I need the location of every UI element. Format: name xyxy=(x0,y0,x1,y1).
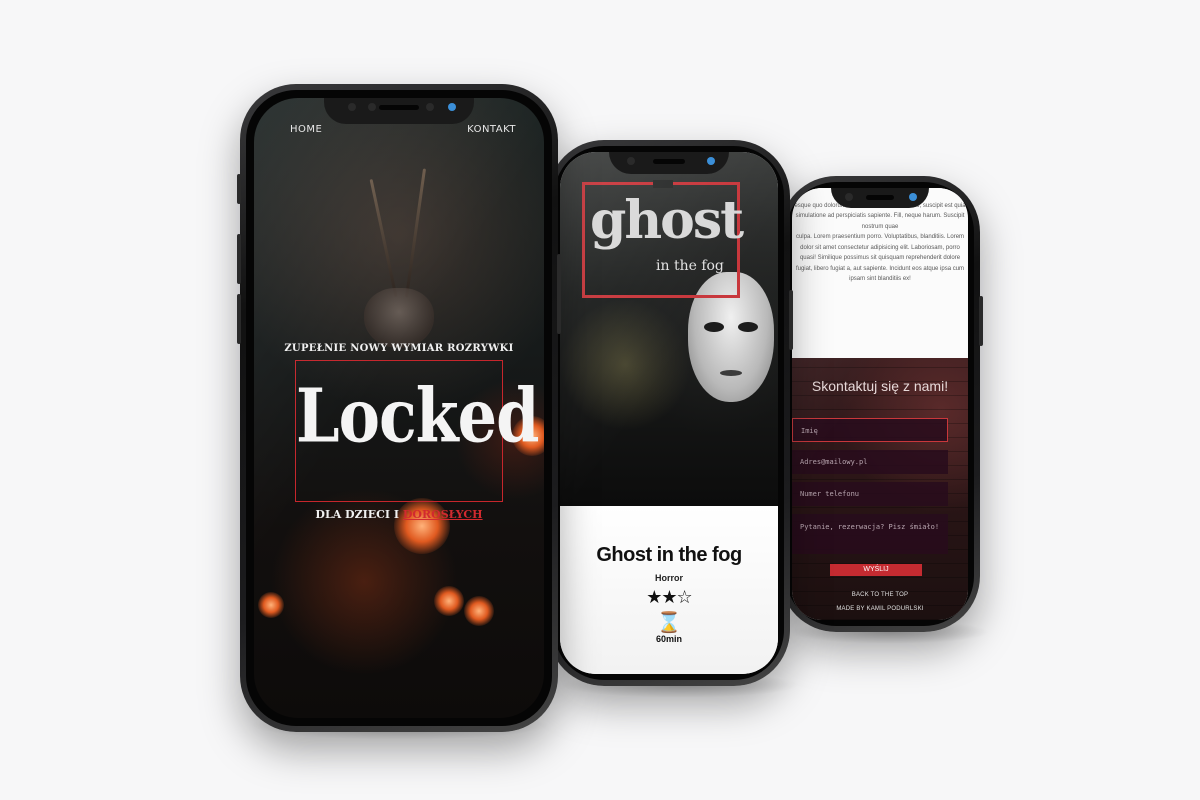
notch xyxy=(324,98,474,124)
side-button xyxy=(237,234,241,284)
front-camera xyxy=(368,103,376,111)
email-field[interactable]: Adres@mailowy.pl xyxy=(792,450,948,474)
candle-light xyxy=(434,586,464,616)
side-button xyxy=(979,296,983,346)
made-by-credit: MADE BY KAMIL PODURLSKI xyxy=(836,606,924,612)
logo-frame: Locked xyxy=(295,360,539,502)
antler-image xyxy=(369,178,398,298)
notch xyxy=(831,188,929,208)
mask-eye xyxy=(738,322,758,332)
front-camera xyxy=(348,103,356,111)
room-name: Ghost in the fog xyxy=(596,544,742,566)
hero-subtitle-prefix: DLA DZIECI I xyxy=(315,508,403,521)
front-camera xyxy=(909,193,917,201)
hero-subtitle-highlight: DOROSŁYCH xyxy=(402,508,483,521)
front-camera xyxy=(426,103,434,111)
room-screen: ghost in the fog Ghost in the fog Horror… xyxy=(560,152,778,674)
front-camera xyxy=(627,157,635,165)
phone-mockup-home: HOME KONTAKT ZUPEŁNIE NOWY WYMIAR ROZRYW… xyxy=(237,84,561,732)
speaker xyxy=(866,195,894,200)
nav-home[interactable]: HOME xyxy=(290,124,322,135)
side-button xyxy=(237,174,241,204)
mask-mouth xyxy=(720,370,742,376)
candle-light xyxy=(258,592,284,618)
speaker xyxy=(379,105,419,110)
front-camera xyxy=(448,103,456,111)
side-button xyxy=(789,290,793,350)
contact-section: Skontaktuj się z nami! Imię Adres@mailow… xyxy=(792,358,968,620)
skull-image xyxy=(364,288,434,348)
side-button xyxy=(237,294,241,344)
poster-subtitle: in the fog xyxy=(656,258,724,274)
brand-logo: Locked xyxy=(296,371,539,460)
antler-image xyxy=(404,168,427,298)
phone-field[interactable]: Numer telefonu xyxy=(792,482,948,506)
difficulty-stars: ★★☆ xyxy=(646,587,692,608)
lorem-text: Culpa nihil esque quo dolorum nostrum cu… xyxy=(794,188,966,358)
hero-subtitle: DLA DZIECI I DOROSŁYCH xyxy=(254,508,544,521)
send-button[interactable]: WYŚLIJ xyxy=(830,564,922,576)
side-button xyxy=(557,254,561,334)
front-camera xyxy=(845,193,853,201)
room-card: Ghost in the fog Horror ★★☆ ⌛ 60min xyxy=(560,506,778,674)
candle-light xyxy=(464,596,494,626)
phone-mockup-room: ghost in the fog Ghost in the fog Horror… xyxy=(548,140,793,686)
room-duration: 60min xyxy=(655,634,682,644)
hourglass-icon: ⌛ xyxy=(656,610,682,634)
nav-contact[interactable]: KONTAKT xyxy=(467,124,516,135)
speaker xyxy=(653,159,685,164)
top-nav: HOME KONTAKT xyxy=(254,124,544,142)
room-genre: Horror xyxy=(654,573,683,583)
contact-screen: Culpa nihil esque quo dolorum nostrum cu… xyxy=(792,188,968,620)
mask-eye xyxy=(704,322,724,332)
message-field[interactable]: Pytanie, rezerwacja? Pisz śmiało! xyxy=(792,514,948,554)
poster-title: ghost xyxy=(590,190,744,251)
hero-tagline: ZUPEŁNIE NOWY WYMIAR ROZRYWKI xyxy=(284,343,514,354)
name-field[interactable]: Imię xyxy=(792,418,948,442)
phone-mockup-contact: Culpa nihil esque quo dolorum nostrum cu… xyxy=(780,176,983,632)
back-to-top-link[interactable]: BACK TO THE TOP xyxy=(792,592,968,598)
room-poster[interactable]: ghost in the fog xyxy=(560,152,778,506)
hero: ZUPEŁNIE NOWY WYMIAR ROZRYWKI Locked DLA… xyxy=(254,343,544,521)
contact-heading: Skontaktuj się z nami! xyxy=(811,378,949,394)
notch xyxy=(609,152,729,174)
front-camera xyxy=(707,157,715,165)
home-screen: HOME KONTAKT ZUPEŁNIE NOWY WYMIAR ROZRYW… xyxy=(254,98,544,718)
